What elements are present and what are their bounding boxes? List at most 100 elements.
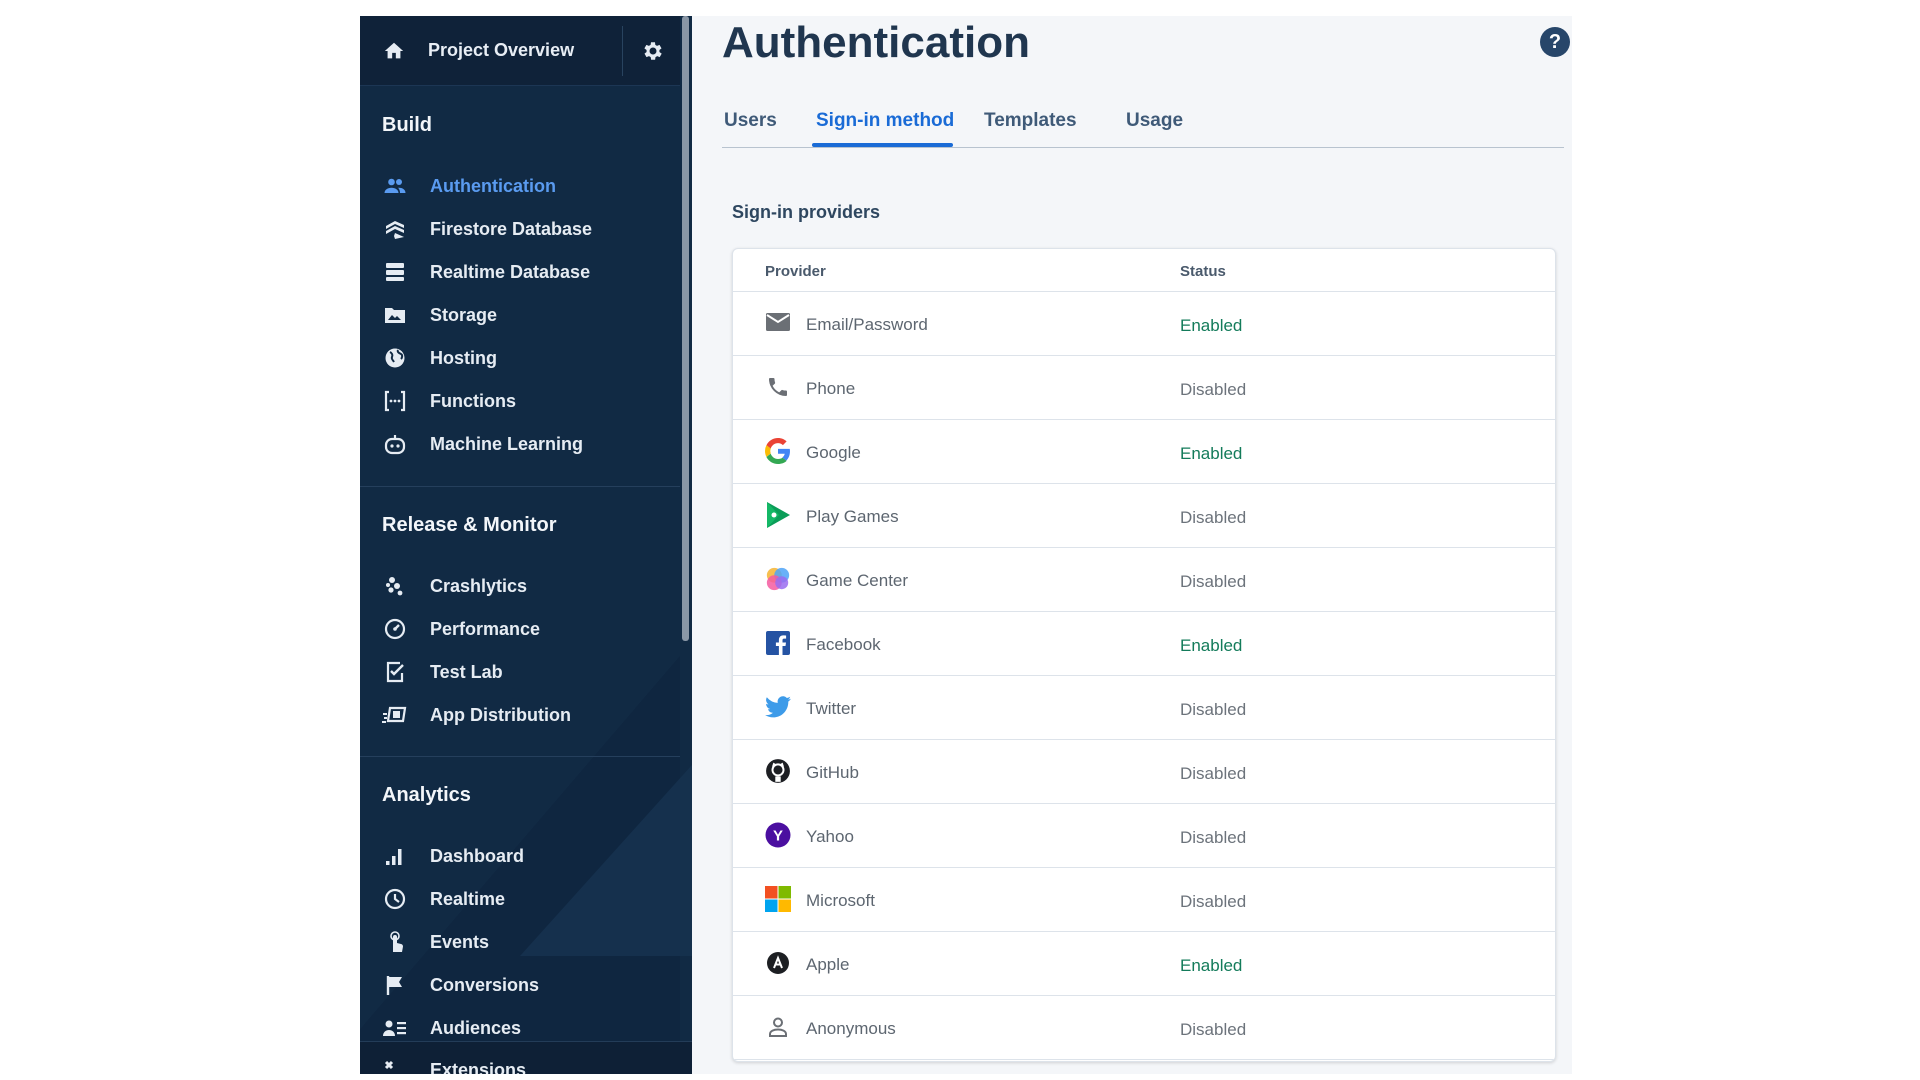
status-badge: Enabled [1180, 316, 1243, 335]
gear-icon[interactable] [640, 38, 666, 64]
project-overview-header[interactable]: Project Overview [360, 16, 680, 86]
provider-name: Twitter [806, 699, 857, 718]
table-row[interactable]: Twitter Disabled [733, 676, 1555, 740]
crashlytics-icon [382, 573, 408, 599]
sidebar-item-realtime[interactable]: Realtime [360, 879, 680, 919]
provider-name: Phone [806, 379, 856, 398]
firebase-console: Project Overview Build Authentication Fi… [360, 16, 1572, 1074]
database-icon [382, 259, 408, 285]
sidebar-item-dashboard[interactable]: Dashboard [360, 836, 680, 876]
anonymous-icon [765, 1014, 791, 1040]
sidebar-item-hosting[interactable]: Hosting [360, 338, 680, 378]
tab-bar: Users Sign-in method Templates Usage [722, 90, 1564, 148]
functions-icon [382, 388, 408, 414]
sidebar-item-label: Firestore Database [430, 218, 593, 239]
sidebar-item-label: Events [430, 931, 490, 952]
sidebar-item-events[interactable]: Events [360, 922, 680, 962]
section-title-analytics: Analytics [382, 784, 471, 806]
provider-name: Microsoft [806, 891, 875, 910]
project-overview-label: Project Overview [428, 40, 575, 60]
sidebar-item-functions[interactable]: Functions [360, 381, 680, 421]
table-row[interactable]: Email/Password Enabled [733, 292, 1555, 356]
status-badge: Enabled [1180, 956, 1243, 975]
sidebar-item-label: Audiences [430, 1017, 522, 1038]
google-icon [765, 438, 791, 464]
table-row[interactable]: Phone Disabled [733, 356, 1555, 420]
sidebar-item-crashlytics[interactable]: Crashlytics [360, 566, 680, 606]
page-title: Authentication [722, 18, 1030, 67]
sidebar-item-conversions[interactable]: Conversions [360, 965, 680, 1005]
checklist-icon [382, 659, 408, 685]
app-distribution-icon [382, 702, 408, 728]
sidebar-item-label: Realtime Database [430, 261, 591, 282]
table-row[interactable]: Facebook Enabled [733, 612, 1555, 676]
extensions-icon [382, 1058, 406, 1074]
column-header-provider: Provider [765, 263, 826, 280]
status-badge: Enabled [1180, 444, 1243, 463]
status-badge: Disabled [1180, 828, 1247, 847]
sidebar-item-realtime-database[interactable]: Realtime Database [360, 252, 680, 292]
sidebar-item-extensions[interactable]: Extensions [360, 1041, 692, 1074]
github-icon [765, 758, 791, 784]
sidebar-item-authentication[interactable]: Authentication [360, 166, 680, 206]
sidebar-divider [360, 486, 680, 487]
sidebar-item-label: Realtime [430, 888, 506, 909]
tab-users[interactable]: Users [724, 110, 777, 132]
sidebar-item-performance[interactable]: Performance [360, 609, 680, 649]
sidebar-item-label: Dashboard [430, 845, 525, 866]
table-row[interactable]: Google Enabled [733, 420, 1555, 484]
sidebar-item-machine-learning[interactable]: Machine Learning [360, 424, 680, 464]
audience-icon [382, 1015, 408, 1041]
status-badge: Disabled [1180, 700, 1247, 719]
sidebar-item-label: Authentication [430, 175, 556, 196]
column-header-status: Status [1180, 263, 1226, 280]
yahoo-icon: Y [765, 822, 791, 848]
phone-icon [765, 374, 791, 400]
table-row[interactable]: Y Yahoo Disabled [733, 804, 1555, 868]
tab-usage[interactable]: Usage [1126, 110, 1183, 132]
bar-chart-icon [382, 843, 408, 869]
section-title-build: Build [382, 114, 432, 136]
robot-icon [382, 431, 408, 457]
section-label-sign-in-providers: Sign-in providers [732, 202, 881, 222]
provider-name: GitHub [806, 763, 859, 782]
provider-name: Apple [806, 955, 850, 974]
flag-icon [382, 972, 408, 998]
sidebar-item-label: Storage [430, 304, 498, 325]
table-row[interactable]: GitHub Disabled [733, 740, 1555, 804]
sidebar-item-test-lab[interactable]: Test Lab [360, 652, 680, 692]
table-row[interactable]: Microsoft Disabled [733, 868, 1555, 932]
provider-name: Google [806, 443, 861, 462]
apple-icon [765, 950, 791, 976]
facebook-icon [765, 630, 791, 656]
section-title-release-monitor: Release & Monitor [382, 514, 557, 536]
provider-name: Facebook [806, 635, 881, 654]
help-icon[interactable]: ? [1540, 27, 1570, 57]
header-divider [622, 26, 623, 76]
sidebar-item-label: Extensions [430, 1060, 527, 1074]
sidebar-item-firestore-database[interactable]: Firestore Database [360, 209, 680, 249]
status-badge: Disabled [1180, 508, 1247, 527]
sidebar-item-storage[interactable]: Storage [360, 295, 680, 335]
sidebar-item-label: Conversions [430, 974, 540, 995]
table-row[interactable]: Play Games Disabled [733, 484, 1555, 548]
firestore-icon [382, 216, 408, 242]
status-badge: Disabled [1180, 380, 1247, 399]
provider-name: Yahoo [806, 827, 854, 846]
table-row[interactable]: Apple Enabled [733, 932, 1555, 996]
play-games-icon [765, 502, 791, 528]
tab-templates[interactable]: Templates [984, 110, 1077, 132]
sidebar-scrollbar[interactable] [682, 16, 689, 641]
svg-text:Y: Y [773, 828, 783, 845]
people-icon [382, 173, 408, 199]
sidebar-item-app-distribution[interactable]: App Distribution [360, 695, 680, 735]
microsoft-icon [765, 886, 791, 912]
provider-name: Play Games [806, 507, 899, 526]
status-badge: Disabled [1180, 572, 1247, 591]
table-row[interactable]: Anonymous Disabled [733, 996, 1555, 1060]
tab-sign-in-method[interactable]: Sign-in method [816, 110, 954, 132]
table-row[interactable]: Game Center Disabled [733, 548, 1555, 612]
sidebar-item-label: Performance [430, 618, 541, 639]
home-icon [382, 39, 406, 63]
provider-name: Anonymous [806, 1019, 896, 1038]
